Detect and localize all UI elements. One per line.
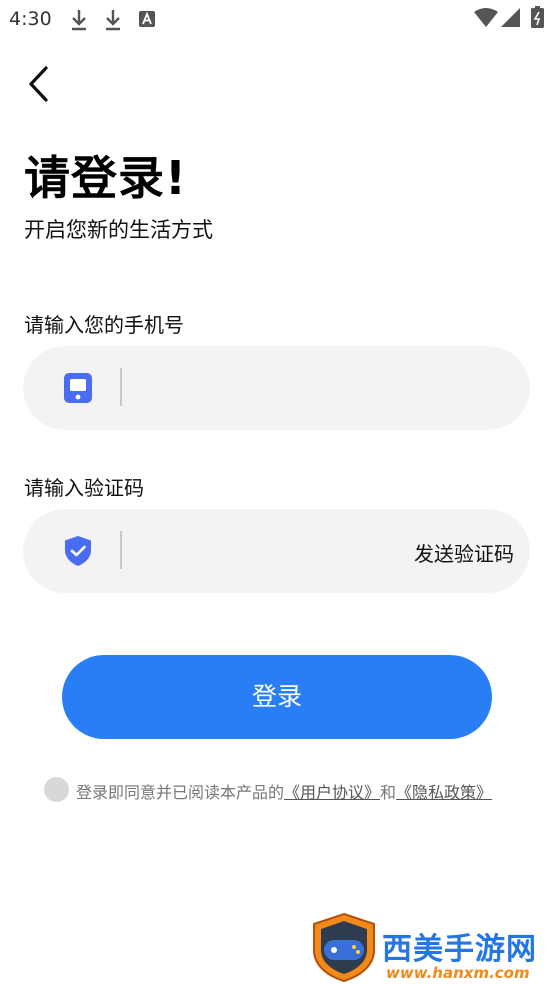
status-bar: 4:30 (0, 0, 554, 38)
page-title: 请登录! (24, 151, 187, 205)
agreement-prefix: 登录即同意并已阅读本产品的 (76, 783, 285, 802)
send-code-button[interactable]: 发送验证码 (414, 538, 514, 567)
agreement-text: 登录即同意并已阅读本产品的《用户协议》和《隐私政策》 (76, 779, 492, 803)
font-app-icon (139, 11, 155, 27)
page-subtitle: 开启您新的生活方式 (24, 218, 213, 242)
privacy-policy-link[interactable]: 《隐私政策》 (396, 783, 492, 802)
phone-input[interactable] (133, 346, 517, 432)
shield-check-icon (65, 536, 91, 566)
code-label: 请输入验证码 (24, 476, 144, 500)
code-input[interactable] (133, 509, 397, 595)
watermark-url: www.hanxm.com (386, 964, 530, 982)
chevron-left-icon (29, 66, 48, 102)
phone-icon (64, 373, 92, 403)
agree-checkbox[interactable] (44, 777, 69, 802)
battery-icon (531, 6, 544, 28)
field-divider (120, 531, 122, 569)
back-button[interactable] (22, 62, 62, 106)
code-field[interactable]: 发送验证码 (23, 509, 530, 595)
status-time: 4:30 (9, 8, 52, 30)
download-icon (106, 10, 120, 31)
login-button[interactable]: 登录 (62, 655, 492, 739)
watermark-title: 西美手游网 (382, 932, 537, 967)
download-icon (72, 10, 86, 31)
wifi-icon (474, 8, 498, 27)
signal-icon (501, 8, 520, 27)
watermark: 西美手游网 www.hanxm.com (310, 912, 554, 984)
user-agreement-link[interactable]: 《用户协议》 (284, 783, 380, 802)
phone-field[interactable] (23, 346, 530, 432)
field-divider (120, 368, 122, 406)
gamepad-shield-logo-icon (313, 912, 375, 982)
phone-label: 请输入您的手机号 (24, 313, 184, 337)
agreement-and: 和 (380, 783, 397, 802)
